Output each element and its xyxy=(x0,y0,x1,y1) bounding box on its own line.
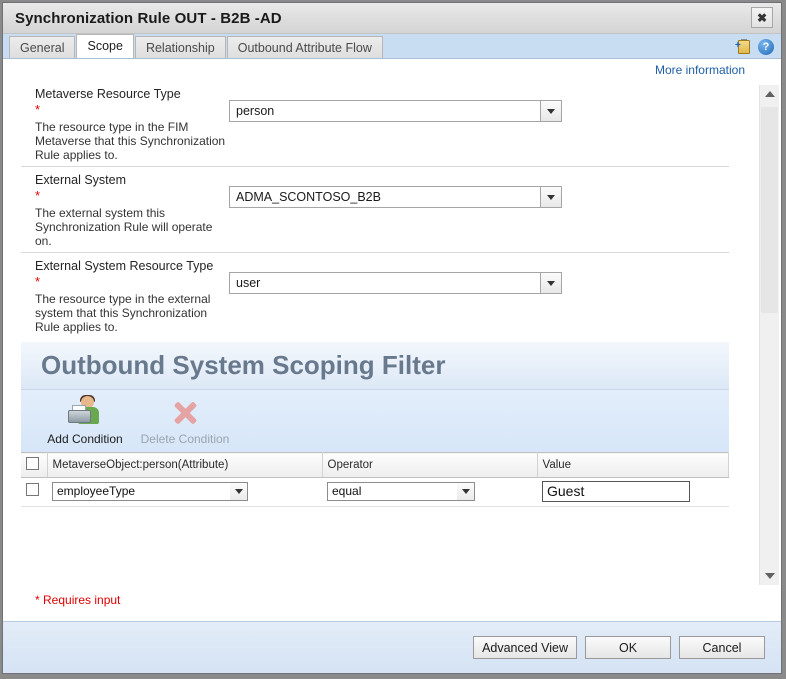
screenshot-root: Synchronization Rule OUT - B2B -AD ✖ Gen… xyxy=(0,0,786,679)
requires-input-note: * Requires input xyxy=(35,593,120,607)
field-description: The resource type in the external system… xyxy=(35,292,229,334)
tab-strip-actions: + ? xyxy=(735,39,774,55)
close-button[interactable]: ✖ xyxy=(751,7,773,28)
row-operator-cell: equal xyxy=(322,478,537,507)
panel-header: Outbound System Scoping Filter xyxy=(21,342,729,390)
field-description: The external system this Synchronization… xyxy=(35,206,229,248)
cancel-button[interactable]: Cancel xyxy=(679,636,765,659)
dialog-footer: Advanced View OK Cancel xyxy=(3,621,781,673)
field-label: External System Resource Type xyxy=(35,259,229,274)
field-right: person xyxy=(229,87,729,162)
tab-relationship[interactable]: Relationship xyxy=(135,36,226,58)
select-value: person xyxy=(236,104,274,118)
table-row: employeeType equal xyxy=(21,478,729,507)
field-label: External System xyxy=(35,173,229,188)
more-information-link[interactable]: More information xyxy=(655,63,745,77)
field-right: user xyxy=(229,259,729,334)
metaverse-resource-type-select[interactable]: person xyxy=(229,100,562,122)
delete-condition-label: Delete Condition xyxy=(141,432,230,446)
select-all-checkbox[interactable] xyxy=(26,457,39,470)
row-value-cell: Guest xyxy=(537,478,729,507)
select-value: employeeType xyxy=(57,484,135,498)
row-attribute-cell: employeeType xyxy=(47,478,322,507)
outbound-system-scoping-filter-panel: Outbound System Scoping Filter xyxy=(21,342,729,587)
tab-strip: General Scope Relationship Outbound Attr… xyxy=(3,34,781,59)
field-left: External System Resource Type * The reso… xyxy=(21,259,229,334)
chevron-down-icon[interactable] xyxy=(457,483,474,500)
row-select-cell[interactable] xyxy=(21,478,47,507)
delete-condition-button[interactable]: Delete Condition xyxy=(135,395,235,446)
tab-scope[interactable]: Scope xyxy=(76,34,133,58)
tab-label: General xyxy=(20,41,64,55)
help-icon[interactable]: ? xyxy=(758,39,774,55)
tab-general[interactable]: General xyxy=(9,36,75,58)
plus-glyph: + xyxy=(735,42,741,50)
chevron-down-icon[interactable] xyxy=(540,187,561,207)
field-label: Metaverse Resource Type xyxy=(35,87,229,102)
attribute-select[interactable]: employeeType xyxy=(52,482,248,501)
tab-label: Relationship xyxy=(146,41,215,55)
value-input[interactable]: Guest xyxy=(542,481,690,502)
select-value: ADMA_SCONTOSO_B2B xyxy=(236,190,381,204)
chevron-down-icon[interactable] xyxy=(540,273,561,293)
column-header-value: Value xyxy=(537,453,729,478)
add-condition-button[interactable]: Add Condition xyxy=(35,395,135,446)
add-condition-label: Add Condition xyxy=(47,432,122,446)
select-value: user xyxy=(236,276,260,290)
field-external-system-resource-type: External System Resource Type * The reso… xyxy=(21,253,729,338)
field-metaverse-resource-type: Metaverse Resource Type * The resource t… xyxy=(21,81,729,167)
grid-header-row: MetaverseObject:person(Attribute) Operat… xyxy=(21,453,729,478)
window-title: Synchronization Rule OUT - B2B -AD xyxy=(3,10,282,27)
ok-button[interactable]: OK xyxy=(585,636,671,659)
conditions-grid: MetaverseObject:person(Attribute) Operat… xyxy=(21,452,729,507)
panel-title: Outbound System Scoping Filter xyxy=(41,350,445,381)
advanced-view-button[interactable]: Advanced View xyxy=(473,636,577,659)
vertical-scrollbar[interactable] xyxy=(759,85,779,585)
field-left: Metaverse Resource Type * The resource t… xyxy=(21,87,229,162)
required-marker: * xyxy=(35,189,229,202)
row-checkbox[interactable] xyxy=(26,483,39,496)
chevron-up-icon xyxy=(765,91,775,97)
more-information-row: More information xyxy=(3,59,781,81)
chevron-down-icon[interactable] xyxy=(540,101,561,121)
field-right: ADMA_SCONTOSO_B2B xyxy=(229,173,729,248)
chevron-down-icon xyxy=(765,573,775,579)
scoping-filter-toolbar: Add Condition Delete Condition xyxy=(21,390,729,452)
scrollable-content: Metaverse Resource Type * The resource t… xyxy=(3,81,753,587)
select-all-header[interactable] xyxy=(21,453,47,478)
scroll-up-button[interactable] xyxy=(760,85,779,103)
scrollbar-thumb[interactable] xyxy=(761,107,778,313)
external-system-select[interactable]: ADMA_SCONTOSO_B2B xyxy=(229,186,562,208)
grid-empty-space xyxy=(21,507,729,587)
close-icon: ✖ xyxy=(757,11,767,25)
field-description: The resource type in the FIM Metaverse t… xyxy=(35,120,229,162)
field-left: External System * The external system th… xyxy=(21,173,229,248)
delete-x-icon xyxy=(170,395,200,427)
title-bar: Synchronization Rule OUT - B2B -AD ✖ xyxy=(3,3,781,34)
dialog-body: More information Metaverse Resource Type… xyxy=(3,59,781,621)
tab-label: Outbound Attribute Flow xyxy=(238,41,372,55)
dialog-window: Synchronization Rule OUT - B2B -AD ✖ Gen… xyxy=(2,2,782,674)
tab-outbound-attribute-flow[interactable]: Outbound Attribute Flow xyxy=(227,36,383,58)
external-system-resource-type-select[interactable]: user xyxy=(229,272,562,294)
required-marker: * xyxy=(35,275,229,288)
add-to-clipboard-icon[interactable]: + xyxy=(735,39,751,55)
scroll-down-button[interactable] xyxy=(760,567,779,585)
field-external-system: External System * The external system th… xyxy=(21,167,729,253)
operator-select[interactable]: equal xyxy=(327,482,475,501)
tab-label: Scope xyxy=(87,39,122,53)
column-header-operator: Operator xyxy=(322,453,537,478)
column-header-attribute: MetaverseObject:person(Attribute) xyxy=(47,453,322,478)
required-marker: * xyxy=(35,103,229,116)
select-value: equal xyxy=(332,484,361,498)
chevron-down-icon[interactable] xyxy=(230,483,247,500)
add-user-icon xyxy=(68,395,102,427)
